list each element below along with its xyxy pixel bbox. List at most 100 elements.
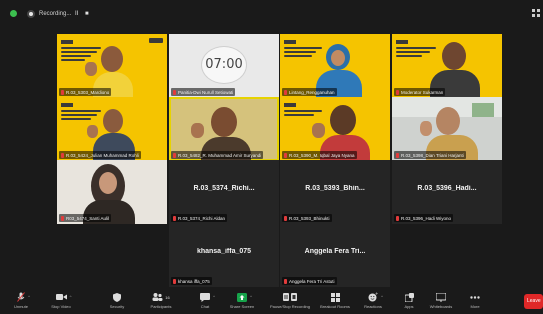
meeting-top-bar: Recording... II ■ <box>0 0 543 26</box>
participants-icon <box>152 293 163 301</box>
participant-name-label: khansa iffa_075 <box>171 277 212 285</box>
participant-video-tile[interactable]: R.03_5396_Hadi... R.03_5396_Hadi Wiyono <box>392 160 502 224</box>
participant-name-label: Panitia-Dwi Nurull Setiowati <box>171 88 236 96</box>
participant-display-name: R.03_5374_Richi... <box>193 185 255 192</box>
chevron-up-icon[interactable]: ^ <box>213 294 215 299</box>
participant-video-tile[interactable]: Anggela Fera Tri... Anggela Fera Tri Ast… <box>280 223 390 287</box>
participant-name-label: Anggela Fera Tri Astuti <box>282 277 337 285</box>
participant-name-label: R.03_5396_Hadi Wiyono <box>394 214 454 222</box>
recording-label: Recording... <box>39 10 72 17</box>
participant-display-name: R.03_5396_Hadi... <box>417 185 477 192</box>
seminar-poster <box>284 40 330 59</box>
participant-video-tile[interactable]: Moderator Sukarman <box>392 34 502 98</box>
participant-display-name: khansa_iffa_075 <box>196 248 252 255</box>
mic-muted-icon <box>17 292 25 302</box>
participant-name-label: R.03_5424_Julian Muhammad Rohli <box>59 151 141 159</box>
participant-name-label: R.03_5374_Richi Aldan <box>171 214 228 222</box>
security-button[interactable]: Security <box>100 292 134 314</box>
participant-name-label: R.03_5393_Bhinukti <box>282 214 332 222</box>
mic-muted-icon <box>61 152 64 158</box>
whiteboard-icon <box>436 292 446 302</box>
participant-face <box>436 107 460 135</box>
video-camera-icon <box>55 294 67 300</box>
meeting-toolbar: ^ Unmute ^ Stop Video Security 16 Partic… <box>0 290 543 314</box>
shield-icon <box>113 292 121 302</box>
mic-muted-icon <box>284 152 287 158</box>
pause-stop-recording-button[interactable]: Pause/Stop Recording <box>270 292 310 314</box>
participant-face <box>331 50 345 66</box>
apps-icon <box>404 292 414 302</box>
more-icon <box>470 295 480 299</box>
chevron-up-icon[interactable]: ^ <box>28 294 30 299</box>
participant-video-tile[interactable]: khansa_iffa_075 khansa iffa_075 <box>169 223 279 287</box>
participants-button[interactable]: 16 Participants <box>144 292 178 314</box>
participant-video-tile[interactable]: 07:00 Panitia-Dwi Nurull Setiowati <box>169 34 279 98</box>
timer-value: 07:00 <box>205 57 243 72</box>
participant-name-label: R.03_5303_Mardiono <box>59 88 112 96</box>
mic-muted-icon <box>284 278 287 284</box>
breakout-rooms-icon <box>330 292 340 302</box>
share-screen-button[interactable]: ^ Share Screen <box>225 292 259 314</box>
mic-muted-icon <box>173 152 176 158</box>
mic-muted-icon <box>61 89 64 95</box>
participant-video-tile[interactable]: R.03_5374_Richi... R.03_5374_Richi Aldan <box>169 160 279 224</box>
participant-name-label: R.03_5398_Dian Triani Harjanti <box>394 151 466 159</box>
whiteboards-button[interactable]: Whiteboards <box>424 292 458 314</box>
more-button[interactable]: More <box>458 292 492 314</box>
mic-muted-icon <box>396 89 399 95</box>
participant-video-tile[interactable]: Lintang_Rengganuhan <box>280 34 390 98</box>
encryption-shield-icon[interactable] <box>10 10 17 17</box>
mic-muted-icon <box>173 89 176 95</box>
chat-icon <box>200 292 210 302</box>
breakout-rooms-button[interactable]: Breakout Rooms <box>318 292 352 314</box>
participant-name-label: R03_5474_Santi Aulil <box>59 214 112 222</box>
stop-video-button[interactable]: ^ Stop Video <box>44 292 78 314</box>
stop-recording-icon[interactable]: ■ <box>85 10 89 18</box>
pause-recording-icon[interactable]: II <box>75 10 78 18</box>
unmute-button[interactable]: ^ Unmute <box>4 292 38 314</box>
recording-icon <box>283 293 297 301</box>
mic-muted-icon <box>61 215 64 221</box>
mic-muted-icon <box>173 278 176 284</box>
recording-indicator: Recording... <box>27 8 71 19</box>
chevron-up-icon[interactable]: ^ <box>381 294 383 299</box>
participant-video-tile[interactable]: R.03_5390_M. Iqbal Jaya Nyana <box>280 97 390 161</box>
mic-muted-icon <box>396 152 399 158</box>
participant-face <box>103 109 123 133</box>
active-speaker-video-tile[interactable]: R.03_5482_R. Muhammad Amir Suryandi <box>169 97 279 161</box>
participant-video-tile[interactable]: R.03_5398_Dian Triani Harjanti <box>392 97 502 161</box>
video-gallery: R.03_5303_Mardiono 07:00 Panitia-Dwi Nur… <box>0 26 543 290</box>
participant-face <box>101 46 123 72</box>
recording-dot-icon <box>27 9 35 18</box>
seminar-poster <box>61 103 107 122</box>
grid-view-icon[interactable] <box>532 9 540 17</box>
participant-name-label: Lintang_Rengganuhan <box>282 88 337 96</box>
participant-video-tile[interactable]: R.03_5393_Bhin... R.03_5393_Bhinukti <box>280 160 390 224</box>
participant-display-name: R.03_5393_Bhin... <box>305 185 365 192</box>
participant-display-name: Anggela Fera Tri... <box>304 248 366 255</box>
mic-muted-icon <box>173 215 176 221</box>
reactions-icon: + <box>368 292 378 302</box>
participant-face <box>211 107 237 137</box>
svg-text:+: + <box>375 292 378 296</box>
mic-muted-icon <box>284 215 287 221</box>
leave-meeting-button[interactable]: Leave <box>524 294 543 309</box>
reactions-button[interactable]: + ^ Reactions <box>356 292 390 314</box>
mic-muted-icon <box>284 89 287 95</box>
share-screen-icon <box>237 292 247 302</box>
participant-name-label: R.03_5482_R. Muhammad Amir Suryandi <box>171 151 264 159</box>
participant-count: 16 <box>165 294 170 300</box>
participant-video-tile[interactable]: R.03_5424_Julian Muhammad Rohli <box>57 97 167 161</box>
participant-name-label: Moderator Sukarman <box>394 88 446 96</box>
chevron-up-icon[interactable]: ^ <box>250 294 252 299</box>
participant-face <box>330 105 356 135</box>
chat-button[interactable]: ^ Chat <box>188 292 222 314</box>
apps-button[interactable]: Apps <box>392 292 426 314</box>
participant-name-label: R.03_5390_M. Iqbal Jaya Nyana <box>282 151 357 159</box>
seminar-poster <box>284 103 330 118</box>
participant-video-tile[interactable]: R.03_5303_Mardiono <box>57 34 167 98</box>
seminar-poster <box>396 40 442 59</box>
participant-video-tile[interactable]: R03_5474_Santi Aulil <box>57 160 167 224</box>
chevron-up-icon[interactable]: ^ <box>70 294 72 299</box>
participant-face <box>442 42 466 70</box>
